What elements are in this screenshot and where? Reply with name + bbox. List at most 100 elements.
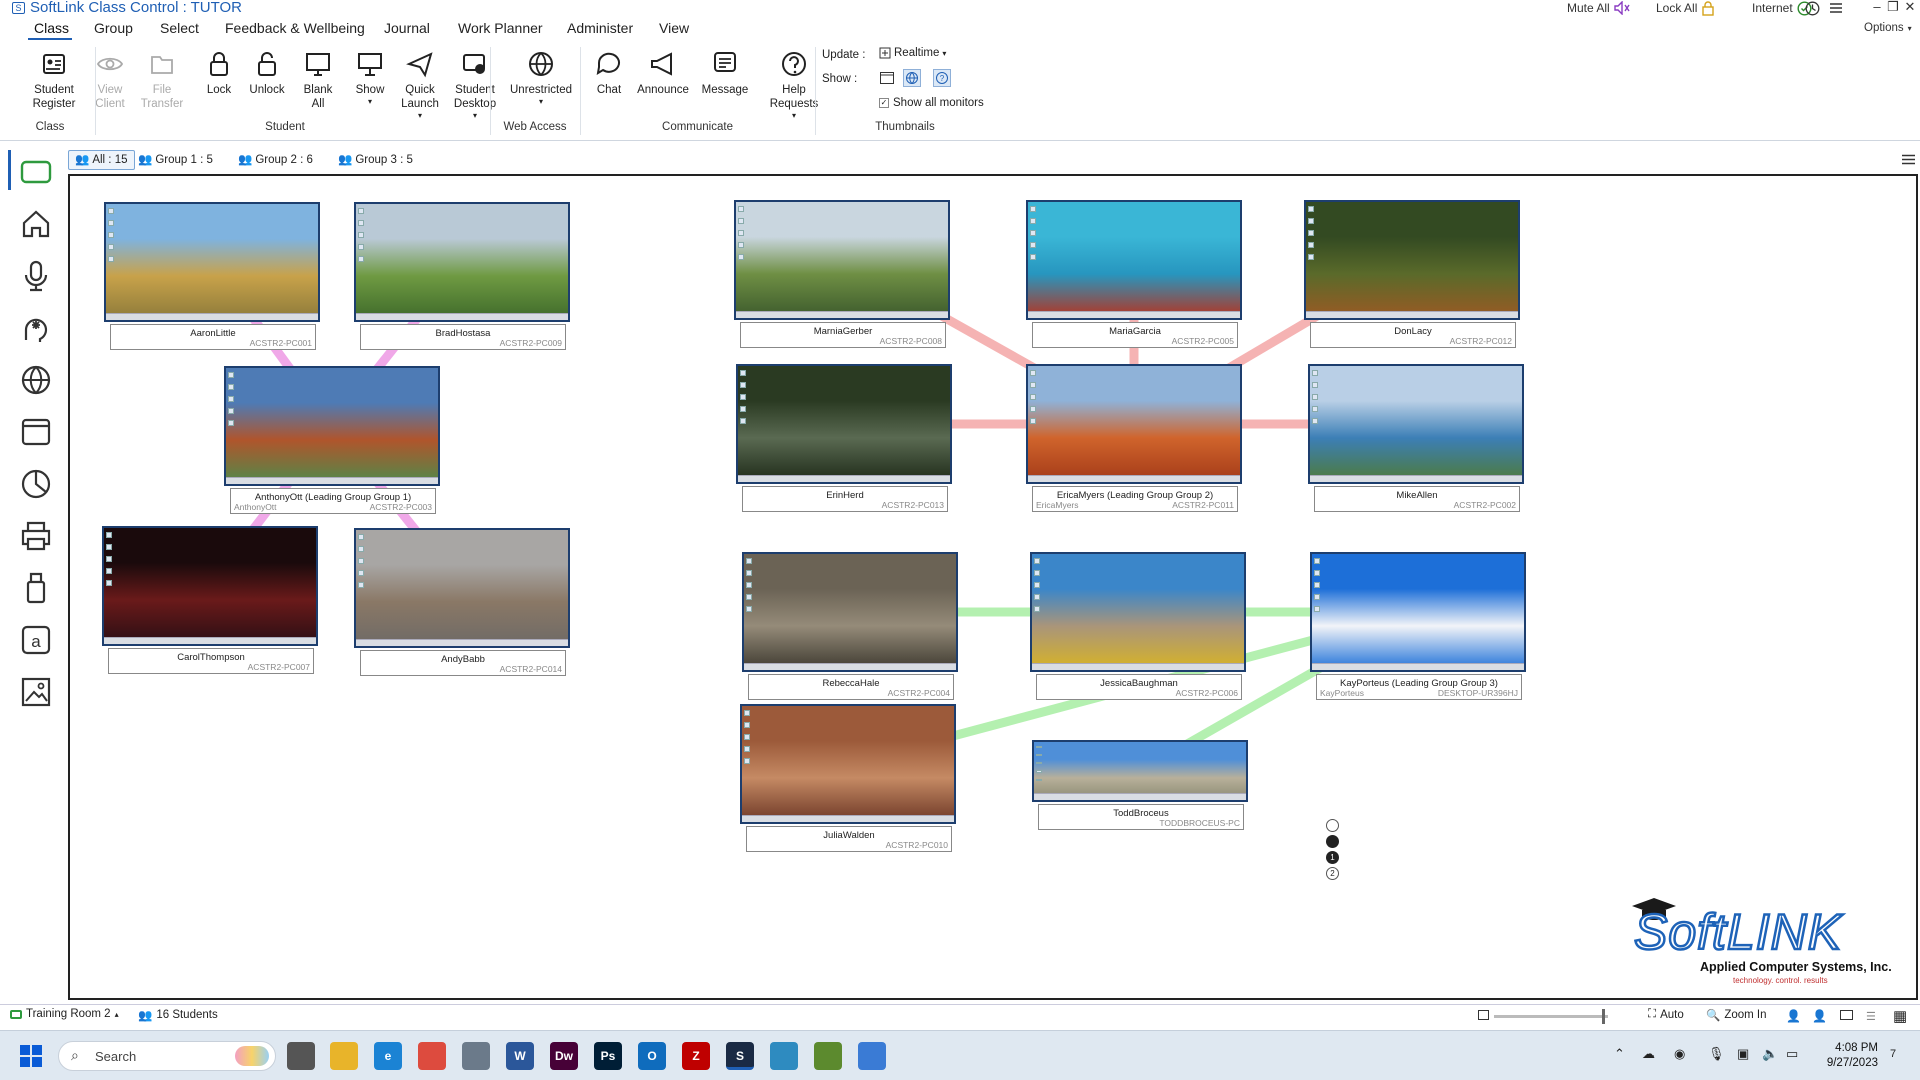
clock-icon[interactable] [1805,1,1820,16]
unlock-button[interactable]: Unlock [246,49,288,97]
tab-all[interactable]: 👥 All : 15 [68,150,135,170]
usb-drive-icon[interactable] [18,570,54,606]
student-screen[interactable] [1030,552,1246,672]
student-screen[interactable] [1026,200,1242,320]
student-screen[interactable] [742,552,958,672]
blank-all-button[interactable]: Blank All [296,49,340,111]
student-thumbnail[interactable]: AndyBabb ACSTR2-PC014 [354,528,570,678]
tabs-menu-icon[interactable] [1902,154,1915,165]
student-screen[interactable] [224,366,440,486]
grid-view-icon[interactable]: ▦ [1893,1007,1907,1025]
tab-group-2[interactable]: 👥 Group 2 : 6 [232,150,319,170]
zoom-slider[interactable] [1494,1009,1608,1024]
student-screen[interactable] [1304,200,1520,320]
zoom-in-button[interactable]: 🔍 Zoom In [1706,1008,1767,1022]
zoom-slider-thumb[interactable] [1602,1009,1605,1024]
app-5-icon[interactable] [462,1042,490,1070]
message-button[interactable]: Message [697,49,753,97]
menu-feedback-wellbeing[interactable]: Feedback & Wellbeing [225,18,365,38]
close-button[interactable]: ✕ [1901,0,1919,16]
chrome-icon[interactable] [418,1042,446,1070]
student-register-button[interactable]: Student Register [28,49,80,111]
student-screen[interactable] [740,704,956,824]
file-explorer-icon[interactable] [330,1042,358,1070]
battery-icon[interactable]: ▭ [1786,1046,1798,1062]
student-screen[interactable] [1032,740,1248,802]
user-outline-icon[interactable]: 👤 [1812,1009,1827,1023]
notification-count[interactable]: 7 [1890,1048,1896,1060]
fit-window-icon[interactable] [1478,1010,1489,1020]
student-screen[interactable] [734,200,950,320]
taskbar-search[interactable]: ⌕ Search [58,1041,276,1071]
lock-button[interactable]: Lock [200,49,238,97]
app-13-icon[interactable] [814,1042,842,1070]
student-thumbnail[interactable]: EricaMyers (Leading Group Group 2) EricaM… [1026,364,1242,514]
filezilla-icon[interactable]: Z [682,1042,710,1070]
show-web-icon[interactable] [903,69,921,87]
show-window-icon[interactable] [879,70,895,86]
pie-chart-icon[interactable] [18,466,54,502]
web-globe-icon[interactable] [18,362,54,398]
onedrive-icon[interactable]: ☁ [1642,1046,1655,1062]
student-thumbnail[interactable]: ToddBroceus TODDBROCEUS-PC [1032,740,1248,832]
home-icon[interactable] [18,206,54,242]
auto-zoom-button[interactable]: ⛶ Auto [1648,1008,1684,1021]
menu-work-planner[interactable]: Work Planner [458,18,543,38]
file-transfer-button[interactable]: File Transfer [140,49,184,111]
menu-class[interactable]: Class [34,18,69,38]
softlink-icon[interactable]: S [726,1042,754,1070]
lock-all-button[interactable]: Lock All [1656,0,1715,16]
show-help-icon[interactable]: ? [933,69,951,87]
photoshop-icon[interactable]: Ps [594,1042,622,1070]
menu-circle-icon[interactable] [1326,819,1339,832]
student-thumbnail[interactable]: JessicaBaughman ACSTR2-PC006 [1030,552,1246,702]
menu-group[interactable]: Group [94,18,133,38]
student-screen[interactable] [1026,364,1242,484]
printer-icon[interactable] [18,518,54,554]
student-thumbnail[interactable]: MikeAllen ACSTR2-PC002 [1308,364,1524,514]
monitor-icon[interactable] [1840,1010,1853,1020]
student-screen[interactable] [1310,552,1526,672]
volume-icon[interactable]: 🔈 [1762,1046,1778,1062]
ai-assistant-icon[interactable] [18,310,54,346]
student-screen[interactable] [736,364,952,484]
student-thumbnail[interactable]: KayPorteus (Leading Group Group 3) KayPor… [1310,552,1526,702]
student-desktop-button[interactable]: Student Desktop ▾ [446,49,504,123]
network-icon[interactable]: ▣ [1737,1046,1749,1062]
mute-all-button[interactable]: Mute All [1567,0,1630,16]
image-gallery-icon[interactable] [18,674,54,710]
student-screen[interactable] [1308,364,1524,484]
classroom-view-icon[interactable] [18,154,54,190]
user-icon[interactable]: 👤 [1786,1009,1801,1023]
update-dropdown[interactable]: Realtime ▾ [879,47,946,59]
tab-group-1[interactable]: 👥 Group 1 : 5 [132,150,219,170]
hamburger-menu-icon[interactable] [1829,2,1843,14]
chevron-up-icon[interactable]: ⌃ [1614,1046,1625,1062]
show-button[interactable]: Show ▾ [347,49,393,109]
unrestricted-button[interactable]: Unrestricted ▾ [505,49,577,109]
classroom-canvas[interactable]: AaronLittle ACSTR2-PC001 BradHostasa ACSTR2… [68,174,1918,1000]
student-thumbnail[interactable]: DonLacy ACSTR2-PC012 [1304,200,1520,350]
menu-view[interactable]: View [659,18,689,38]
task-view-icon[interactable] [287,1042,315,1070]
assessment-icon[interactable]: a [18,622,54,658]
student-screen[interactable] [104,202,320,322]
student-thumbnail[interactable]: MariaGarcia ACSTR2-PC005 [1026,200,1242,350]
application-window-icon[interactable] [18,414,54,450]
taskbar-clock[interactable]: 4:08 PM 9/27/2023 [1827,1041,1878,1071]
tab-group-3[interactable]: 👥 Group 3 : 5 [332,150,419,170]
monitor-2-icon[interactable]: 2 [1326,867,1339,880]
quick-launch-button[interactable]: Quick Launch ▾ [393,49,447,123]
student-thumbnail[interactable]: MarniaGerber ACSTR2-PC008 [734,200,950,350]
dreamweaver-icon[interactable]: Dw [550,1042,578,1070]
student-thumbnail[interactable]: RebeccaHale ACSTR2-PC004 [742,552,958,702]
app-14-icon[interactable] [858,1042,886,1070]
chat-button[interactable]: Chat [588,49,630,97]
maximize-button[interactable]: ❐ [1884,0,1902,16]
student-screen[interactable] [102,526,318,646]
student-thumbnail[interactable]: AaronLittle ACSTR2-PC001 [104,202,320,352]
list-view-icon[interactable]: ☰ [1866,1010,1876,1023]
windows-start-icon[interactable] [20,1045,42,1067]
outlook-icon[interactable]: O [638,1042,666,1070]
student-screen[interactable] [354,528,570,648]
